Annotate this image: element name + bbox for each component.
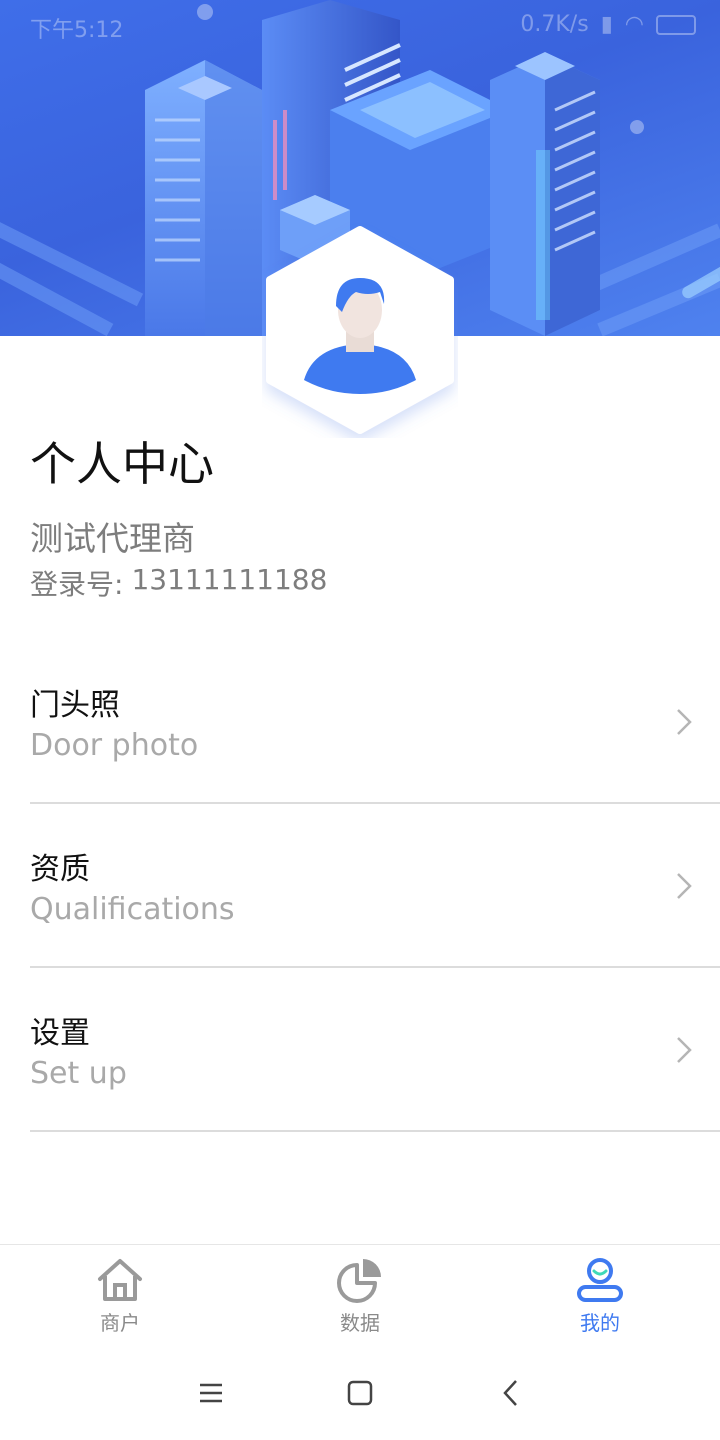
menu-item-qualifications[interactable]: 资质 Qualifications <box>30 804 720 968</box>
chevron-right-icon <box>677 709 692 735</box>
menu-icon[interactable] <box>190 1378 230 1408</box>
menu-item-subtitle: Set up <box>30 1056 127 1091</box>
menu-item-title: 设置 <box>30 1016 90 1051</box>
tab-merchants[interactable]: 商户 <box>60 1255 180 1345</box>
menu-item-subtitle: Qualifications <box>30 892 235 927</box>
tab-data[interactable]: 数据 <box>300 1255 420 1345</box>
tab-label: 数据 <box>340 1311 380 1335</box>
tab-label: 商户 <box>100 1311 140 1335</box>
avatar[interactable] <box>262 222 458 438</box>
tab-label: 我的 <box>580 1311 620 1335</box>
home-square-icon[interactable] <box>340 1378 380 1408</box>
chevron-right-icon <box>677 1037 692 1063</box>
back-icon[interactable] <box>492 1378 532 1408</box>
login-number: 13111111188 <box>131 563 328 596</box>
bottom-tab-bar: 商户 数据 我的 <box>0 1244 720 1350</box>
pie-chart-icon <box>337 1259 381 1303</box>
agent-name: 测试代理商 <box>30 519 195 558</box>
status-bar: 下午5:12 0.7K/s ▮ ◠ <box>0 0 720 50</box>
menu-item-title: 门头照 <box>30 688 120 723</box>
login-number-row: 登录号: 13111111188 <box>30 563 327 603</box>
tab-mine[interactable]: 我的 <box>540 1255 660 1345</box>
login-label: 登录号: <box>30 568 124 601</box>
menu-item-title: 资质 <box>30 852 90 887</box>
user-icon <box>577 1258 623 1302</box>
wifi-icon: ◠ <box>624 12 644 37</box>
menu-item-settings[interactable]: 设置 Set up <box>30 968 720 1132</box>
status-indicators: 0.7K/s ▮ ◠ <box>520 12 696 37</box>
menu-list: 门头照 Door photo 资质 Qualifications 设置 Set … <box>0 640 720 1132</box>
signal-icon: ▮ <box>600 12 613 37</box>
chevron-right-icon <box>677 873 692 899</box>
menu-item-door-photo[interactable]: 门头照 Door photo <box>30 640 720 804</box>
page-title: 个人中心 <box>30 437 214 491</box>
system-nav-bar <box>0 1350 720 1440</box>
home-icon <box>98 1259 142 1301</box>
status-time: 下午5:12 <box>30 18 124 43</box>
network-speed: 0.7K/s <box>520 12 589 37</box>
battery-icon <box>656 14 696 35</box>
menu-item-subtitle: Door photo <box>30 728 199 763</box>
